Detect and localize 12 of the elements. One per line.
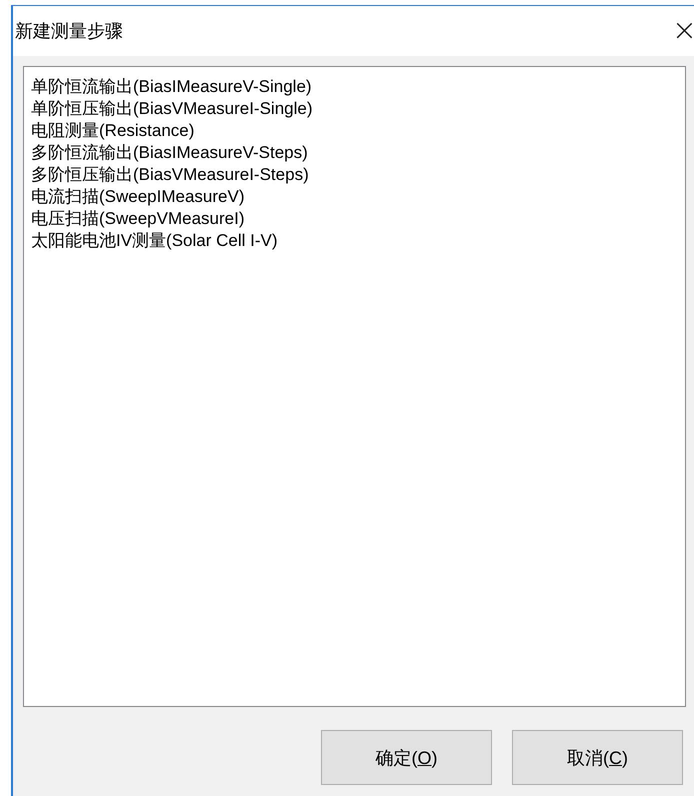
list-item[interactable]: 太阳能电池IV测量(Solar Cell I-V) [31,230,685,252]
dialog-button[interactable]: 取消(C) [512,730,683,785]
list-item[interactable]: 电压扫描(SweepVMeasureI) [31,208,685,230]
list-item[interactable]: 单阶恒流输出(BiasIMeasureV-Single) [31,76,685,98]
list-item[interactable]: 单阶恒压输出(BiasVMeasureI-Single) [31,98,685,120]
list-item[interactable]: 多阶恒压输出(BiasVMeasureI-Steps) [31,164,685,186]
dialog-button[interactable]: 确定(O) [321,730,492,785]
list-item[interactable]: 多阶恒流输出(BiasIMeasureV-Steps) [31,142,685,164]
list-item[interactable]: 电阻测量(Resistance) [31,120,685,142]
list-item[interactable]: 电流扫描(SweepIMeasureV) [31,186,685,208]
window-title: 新建测量步骤 [15,20,123,43]
close-button[interactable]: × [666,16,694,46]
